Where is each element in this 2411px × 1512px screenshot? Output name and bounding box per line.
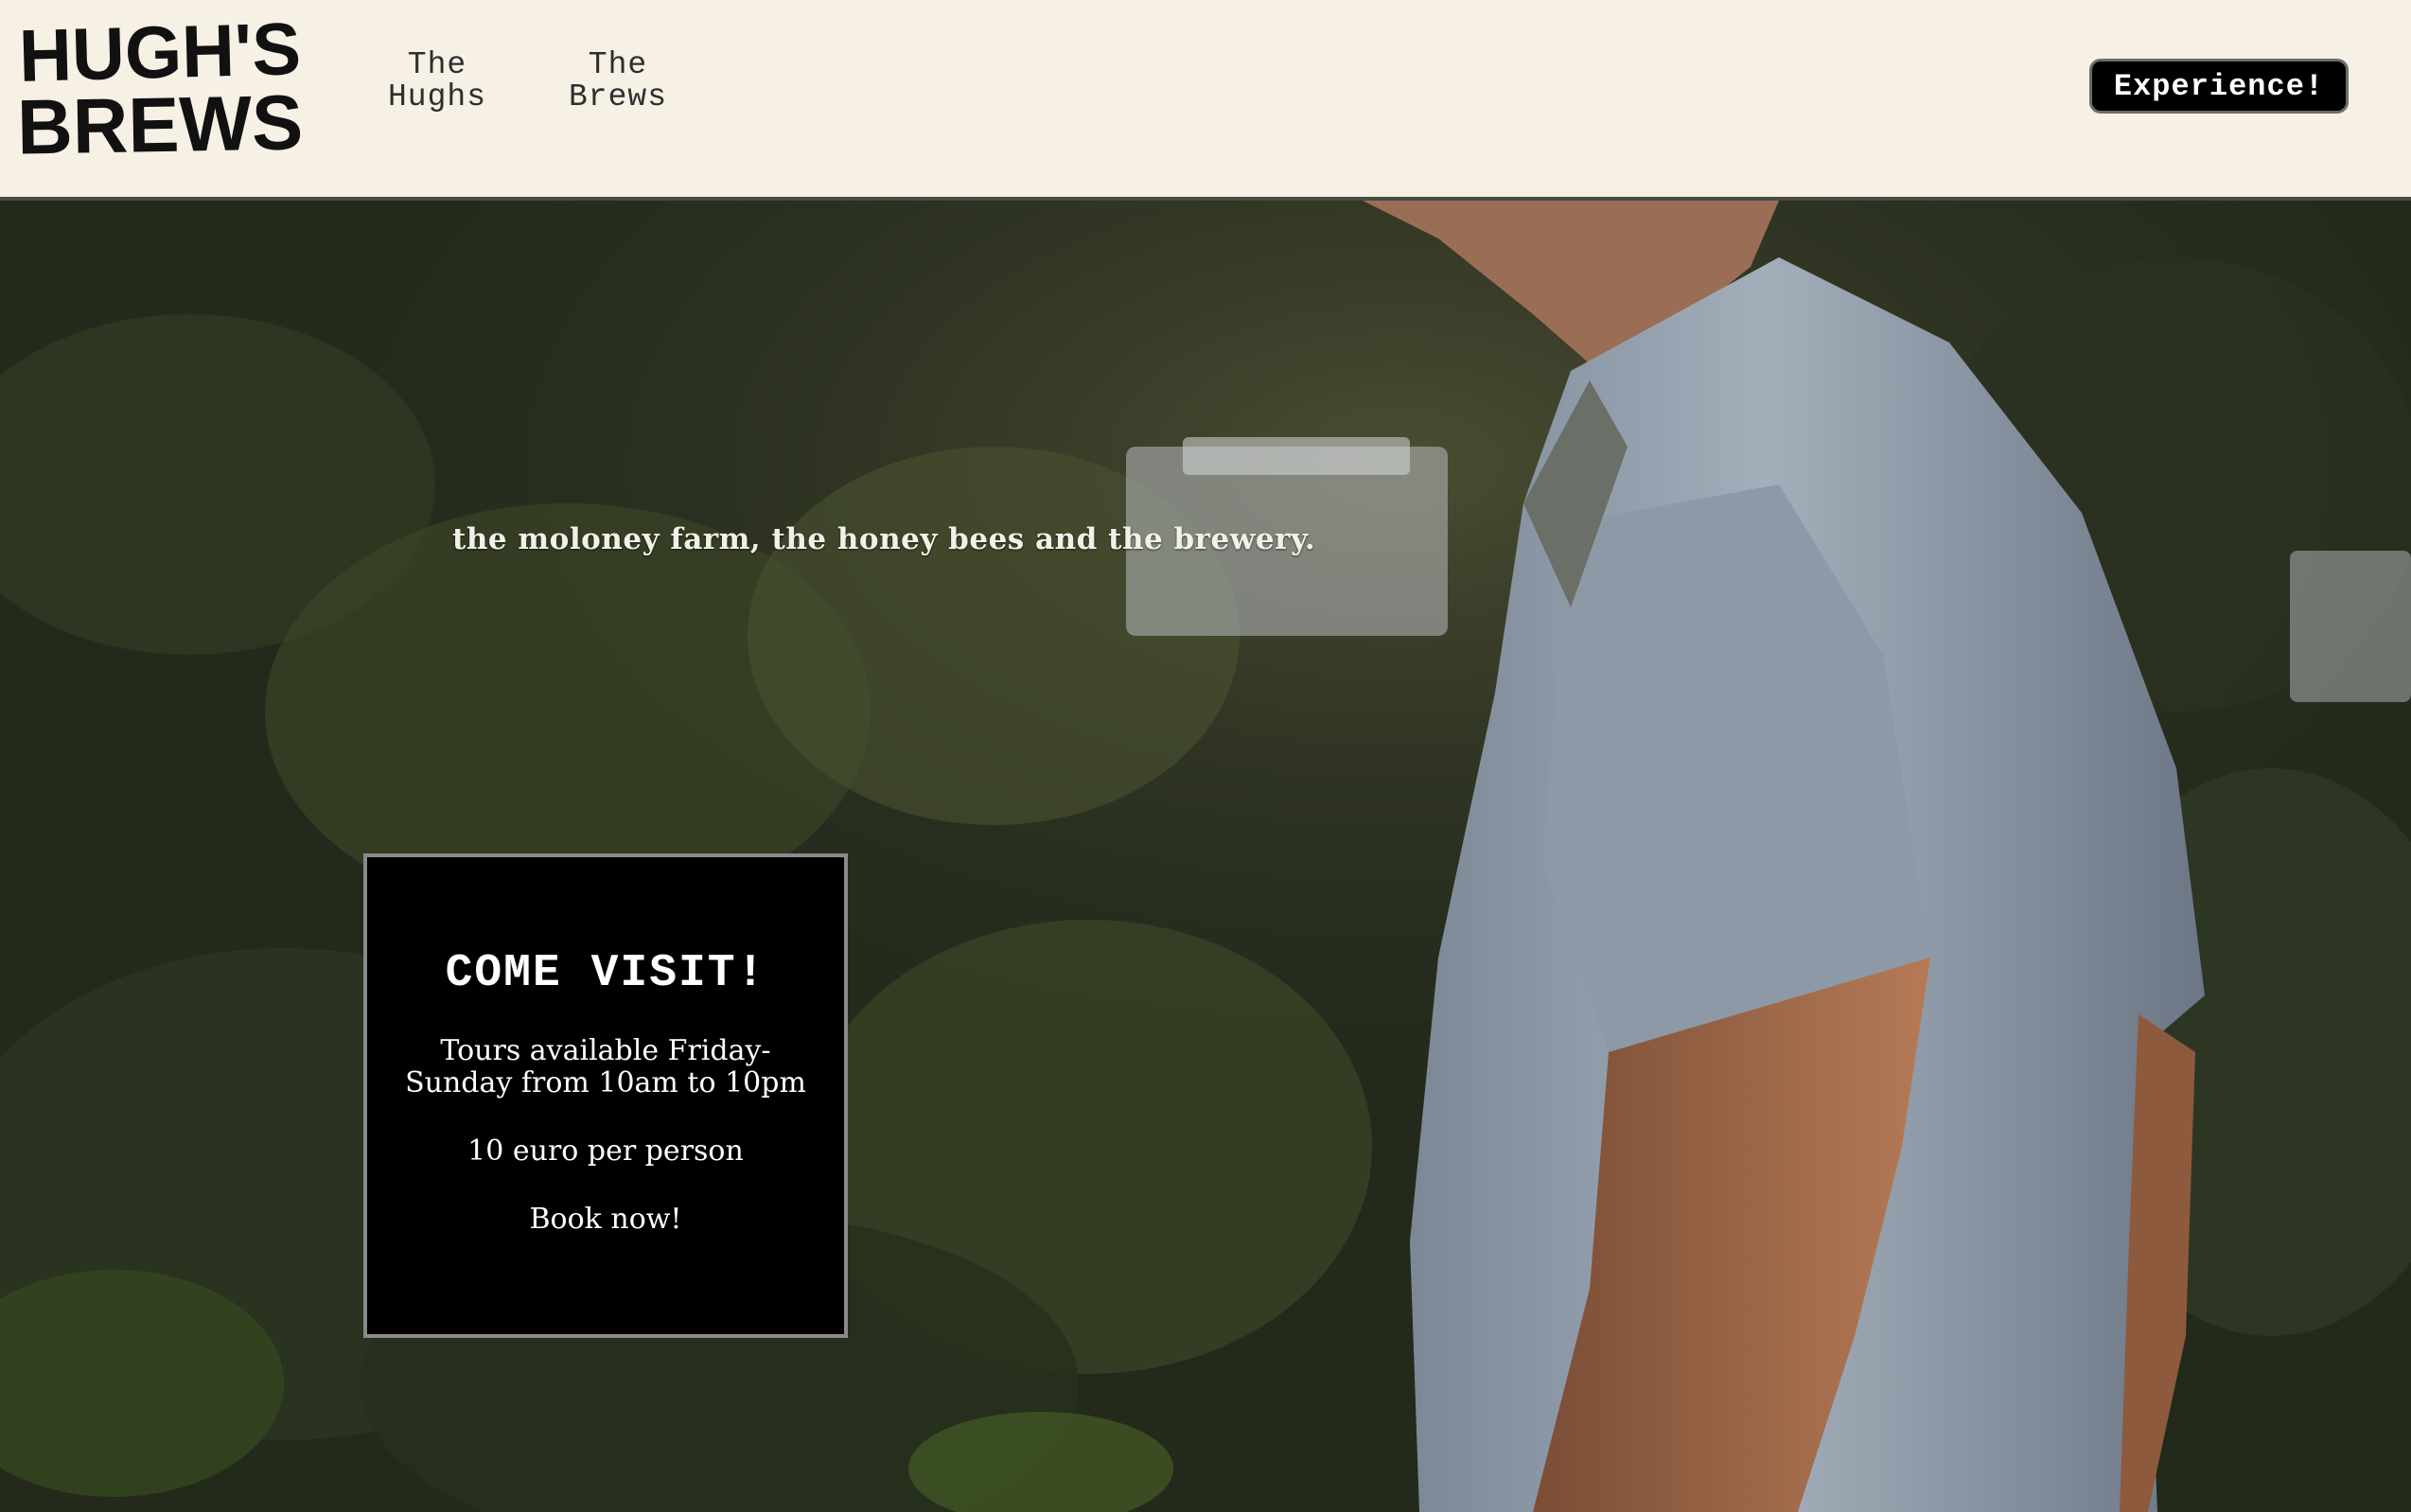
hughs-brews-logo[interactable]: HUGH'S BREWS <box>17 13 305 161</box>
experience-button[interactable]: Experience! <box>2089 59 2349 114</box>
visit-card-title: COME VISIT! <box>445 948 766 999</box>
nav-link-the-brews[interactable]: The Brews <box>552 49 684 114</box>
hero-background-image <box>0 201 2411 1512</box>
come-visit-card: COME VISIT! Tours available Friday-Sunda… <box>363 853 848 1338</box>
hero-tagline: the moloney farm, the honey bees and the… <box>452 522 1316 556</box>
visit-card-price: 10 euro per person <box>467 1134 744 1168</box>
hero-section: the moloney farm, the honey bees and the… <box>0 201 2411 1512</box>
site-header: HUGH'S BREWS The Hughs The Brews Experie… <box>0 0 2411 201</box>
nav-link-the-hughs[interactable]: The Hughs <box>371 49 503 114</box>
logo-wordmark: HUGH'S BREWS <box>17 13 304 161</box>
visit-card-hours: Tours available Friday-Sunday from 10am … <box>405 1034 806 1099</box>
logo-line-2: BREWS <box>17 79 304 161</box>
book-now-link[interactable]: Book now! <box>396 1204 816 1236</box>
